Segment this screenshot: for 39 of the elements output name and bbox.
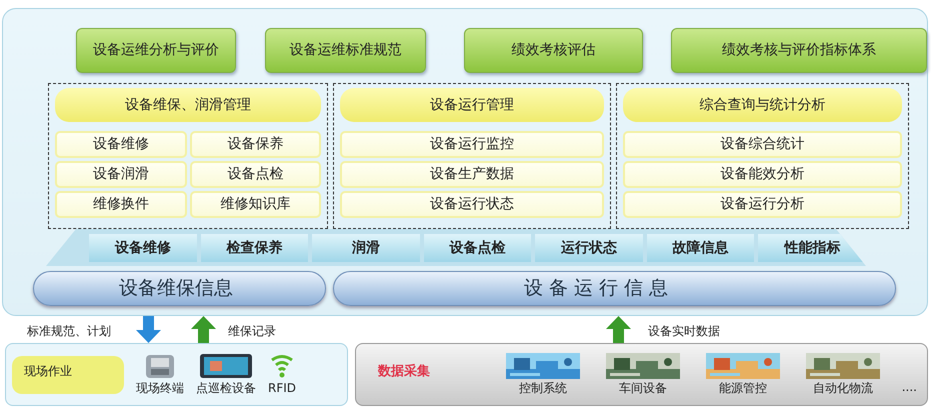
module-block: 绩效考核评估 (464, 28, 644, 73)
more-indicator: .... (902, 378, 917, 396)
function-block: 设备能效分析 (623, 161, 902, 188)
info-bar: 设备维保信息 (33, 271, 326, 306)
source-label: 控制系统 (519, 380, 567, 396)
function-block: 设备运行分析 (623, 191, 902, 218)
flow-label: 维保记录 (228, 323, 276, 340)
field-title: 现场作业 (12, 356, 124, 394)
function-block: 维修知识库 (190, 191, 321, 218)
up-arrow-icon (190, 316, 217, 343)
tablet-icon (198, 352, 254, 378)
module-header: 设备运行管理 (340, 88, 604, 122)
source-label: 能源管控 (719, 380, 767, 396)
wireless-signal-icon (270, 352, 294, 378)
function-block: 设备运行监控 (340, 131, 604, 158)
module-block: 设备运维标准规范 (265, 28, 426, 73)
source-label: 车间设备 (619, 380, 667, 396)
up-arrow-icon (605, 316, 632, 343)
function-block: 维修换件 (55, 191, 186, 218)
function-block: 设备生产数据 (340, 161, 604, 188)
function-block: 设备保养 (190, 131, 321, 158)
module-header: 设备维保、润滑管理 (55, 88, 321, 122)
function-block: 设备润滑 (55, 161, 186, 188)
function-block: 设备综合统计 (623, 131, 902, 158)
device-label: 现场终端 (136, 380, 184, 396)
module-block: 设备运维分析与评价 (76, 28, 236, 73)
module-header: 综合查询与统计分析 (623, 88, 902, 122)
source-label: 自动化物流 (813, 380, 873, 396)
module-block: 绩效考核与评价指标体系 (671, 28, 927, 73)
info-bar: 设 备 运 行 信 息 (333, 271, 896, 306)
device-label: RFID (268, 380, 296, 396)
function-block: 设备维修 (55, 131, 186, 158)
device-label: 点巡检设备 (196, 380, 256, 396)
collection-title: 数据采集 (378, 362, 431, 381)
function-block: 设备点检 (190, 161, 321, 188)
flow-label: 标准规范、计划 (27, 323, 111, 340)
flow-label: 设备实时数据 (648, 323, 720, 340)
function-block: 设备运行状态 (340, 191, 604, 218)
down-arrow-icon (135, 316, 162, 343)
